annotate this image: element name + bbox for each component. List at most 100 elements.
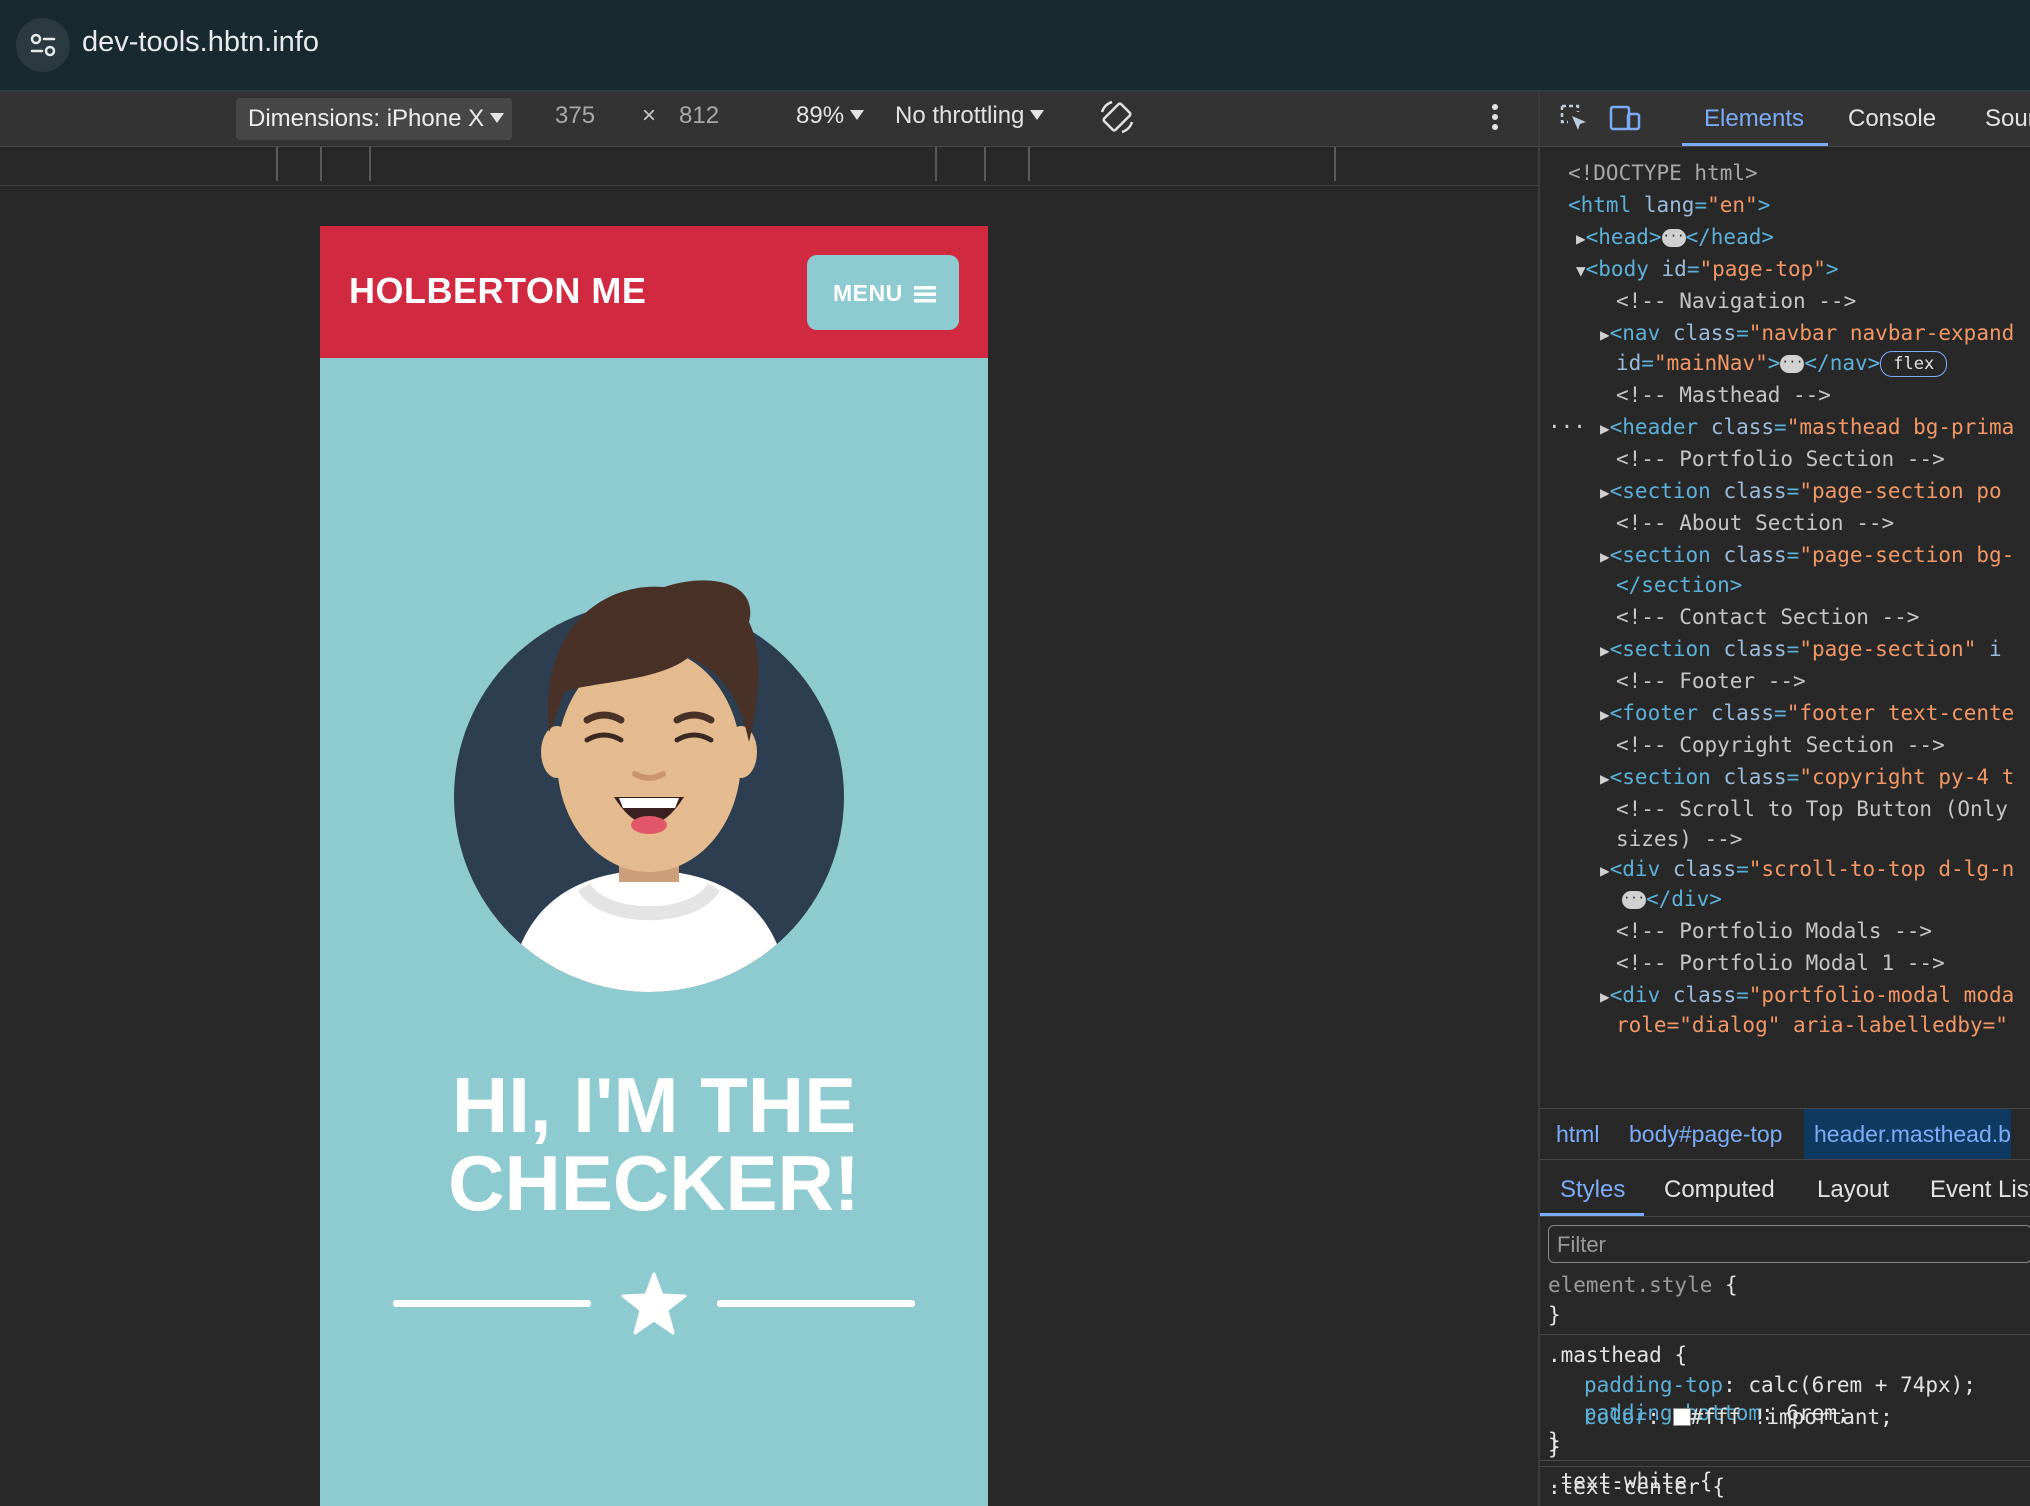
star-icon [621, 1272, 687, 1335]
tab-computed[interactable]: Computed [1664, 1176, 1775, 1204]
dom-node-div[interactable]: ▶<div class="portfolio-modal moda [1600, 980, 2014, 1010]
dom-tree: <!DOCTYPE html> <html lang="en"> ▶<head>… [1540, 148, 2030, 1108]
color-swatch[interactable] [1672, 1408, 1691, 1426]
dom-node-section-close: </section> [1616, 573, 1743, 597]
ruler-tick [984, 147, 986, 181]
tab-elements[interactable]: Elements [1704, 105, 1804, 133]
close-brace: } [1548, 1435, 1561, 1459]
styles-filter-input[interactable]: Filter [1548, 1225, 2030, 1263]
dom-node-section[interactable]: ▶<section class="page-section bg- [1600, 540, 2014, 570]
device-toggle-icon[interactable] [1608, 102, 1642, 141]
expand-triangle-icon: ▶ [1576, 229, 1586, 248]
dom-doctype: <!DOCTYPE html> [1568, 161, 1758, 185]
dom-comment: <!-- Scroll to Top Button (Only [1616, 797, 2008, 821]
device-toolbar: Dimensions: iPhone X 375 × 812 89% No th… [0, 92, 1538, 147]
style-rule-masthead[interactable]: .masthead { [1548, 1340, 1687, 1370]
collapse-triangle-icon: ▼ [1576, 261, 1586, 280]
style-declaration[interactable]: color: #fff !important; [1584, 1402, 1893, 1432]
dom-node-section[interactable]: ▶<section class="copyright py-4 t [1600, 762, 2014, 792]
expand-triangle-icon: ▶ [1600, 325, 1610, 344]
media-query-ruler [0, 147, 1538, 186]
active-tab-indicator [1540, 1213, 1644, 1216]
style-rule-text-center[interactable]: .text-center { [1548, 1472, 1725, 1502]
more-options-icon[interactable] [1490, 102, 1500, 139]
inspect-element-icon[interactable] [1558, 102, 1590, 141]
dom-node-html[interactable]: <html lang="en"> [1568, 190, 1770, 220]
dom-comment: <!-- Footer --> [1616, 669, 1806, 693]
dimensions-label: Dimensions: iPhone X [248, 105, 505, 133]
breadcrumb-header[interactable]: header.masthead.b [1804, 1109, 2011, 1159]
dom-node-div-close[interactable]: ···</div> [1622, 884, 1722, 914]
tab-event-listeners[interactable]: Event List [1930, 1176, 2030, 1204]
breadcrumb-body[interactable]: body#page-top [1629, 1121, 1782, 1148]
dom-comment: <!-- Navigation --> [1616, 289, 1857, 313]
expand-triangle-icon: ▶ [1600, 705, 1610, 724]
hero-title: HI, I'M THE CHECKER! [320, 1066, 988, 1222]
divider-line-left [393, 1300, 591, 1307]
styles-pane-tail: color: #fff !important; } .text-center { [1540, 1402, 2030, 1506]
throttling-select[interactable]: No throttling [895, 102, 1045, 130]
expand-triangle-icon: ▶ [1600, 769, 1610, 788]
dom-node-header[interactable]: ▶<header class="masthead bg-prima [1600, 412, 2014, 442]
styles-tabbar: Styles Computed Layout Event List [1540, 1164, 2030, 1217]
caret-down-icon [1030, 110, 1045, 120]
dom-comment: <!-- Contact Section --> [1616, 605, 1920, 629]
divider [1540, 1334, 2030, 1335]
dom-node-head[interactable]: ▶<head>···</head> [1576, 222, 1774, 252]
tab-layout[interactable]: Layout [1817, 1176, 1889, 1204]
url-field[interactable]: dev-tools.hbtn.info [82, 26, 319, 59]
divider [1540, 1466, 2030, 1467]
dom-node-nav[interactable]: ▶<nav class="navbar navbar-expand [1600, 318, 2014, 348]
hero-title-line: HI, I'M THE [451, 1061, 857, 1149]
expand-triangle-icon: ▶ [1600, 861, 1610, 880]
devtools-panel: Elements Console Sour <!DOCTYPE html> <h… [1538, 92, 2030, 1506]
dom-comment: <!-- Portfolio Section --> [1616, 447, 1945, 471]
zoom-select[interactable]: 89% [796, 102, 865, 130]
caret-down-icon [490, 113, 505, 123]
address-bar: dev-tools.hbtn.info [0, 0, 2030, 90]
rotate-icon[interactable] [1098, 98, 1136, 143]
device-viewport: HOLBERTON ME MENU HI, I'M THE CHECKER! [320, 226, 988, 1506]
expand-triangle-icon: ▶ [1600, 419, 1610, 438]
dom-node-body[interactable]: ▼<body id="page-top"> [1576, 254, 1839, 284]
tab-styles[interactable]: Styles [1560, 1176, 1625, 1204]
dom-node-footer[interactable]: ▶<footer class="footer text-cente [1600, 698, 2014, 728]
breadcrumb-html[interactable]: html [1556, 1121, 1599, 1148]
caret-down-icon [850, 110, 865, 120]
close-brace: } [1548, 1303, 1561, 1327]
flex-badge: flex [1880, 351, 1948, 377]
expand-triangle-icon: ▶ [1600, 483, 1610, 502]
tab-console[interactable]: Console [1848, 105, 1936, 133]
ruler-tick [369, 147, 371, 181]
filter-placeholder: Filter [1557, 1232, 1606, 1257]
style-rule-element[interactable]: element.style { [1548, 1270, 1738, 1300]
ruler-tick [320, 147, 322, 181]
height-input[interactable]: 812 [679, 102, 719, 130]
width-input[interactable]: 375 [555, 102, 595, 130]
site-navbar: HOLBERTON ME MENU [320, 226, 988, 358]
dom-node-section[interactable]: ▶<section class="page-section po [1600, 476, 2002, 506]
ellipsis-icon: ··· [1661, 229, 1686, 247]
dom-comment: <!-- Portfolio Modal 1 --> [1616, 951, 1945, 975]
hero-title-line: CHECKER! [448, 1139, 860, 1227]
ruler-tick [1334, 147, 1336, 181]
menu-button[interactable]: MENU [807, 255, 959, 330]
tab-sources[interactable]: Sour [1985, 105, 2030, 133]
dom-node-section[interactable]: ▶<section class="page-section" i [1600, 634, 2002, 664]
devtools-tabbar: Elements Console Sour [1540, 92, 2030, 147]
dimensions-select[interactable]: Dimensions: iPhone X [236, 98, 512, 140]
node-actions-icon[interactable]: ··· [1548, 412, 1586, 442]
dom-comment: <!-- Portfolio Modals --> [1616, 919, 1933, 943]
brand-link[interactable]: HOLBERTON ME [349, 270, 646, 312]
dom-node-nav-cont[interactable]: id="mainNav">···</nav> flex [1616, 348, 1948, 378]
dom-comment: <!-- About Section --> [1616, 511, 1895, 535]
site-info-button[interactable] [16, 18, 70, 72]
style-declaration[interactable]: padding-top: calc(6rem + 74px); [1584, 1370, 1976, 1400]
dom-comment: <!-- Copyright Section --> [1616, 733, 1945, 757]
dom-node-div[interactable]: ▶<div class="scroll-to-top d-lg-n [1600, 854, 2014, 884]
ruler-tick [1028, 147, 1030, 181]
expand-triangle-icon: ▶ [1600, 547, 1610, 566]
ruler-tick [935, 147, 937, 181]
ellipsis-icon: ··· [1622, 891, 1646, 909]
breadcrumb: html body#page-top header.masthead.b [1540, 1108, 2030, 1160]
